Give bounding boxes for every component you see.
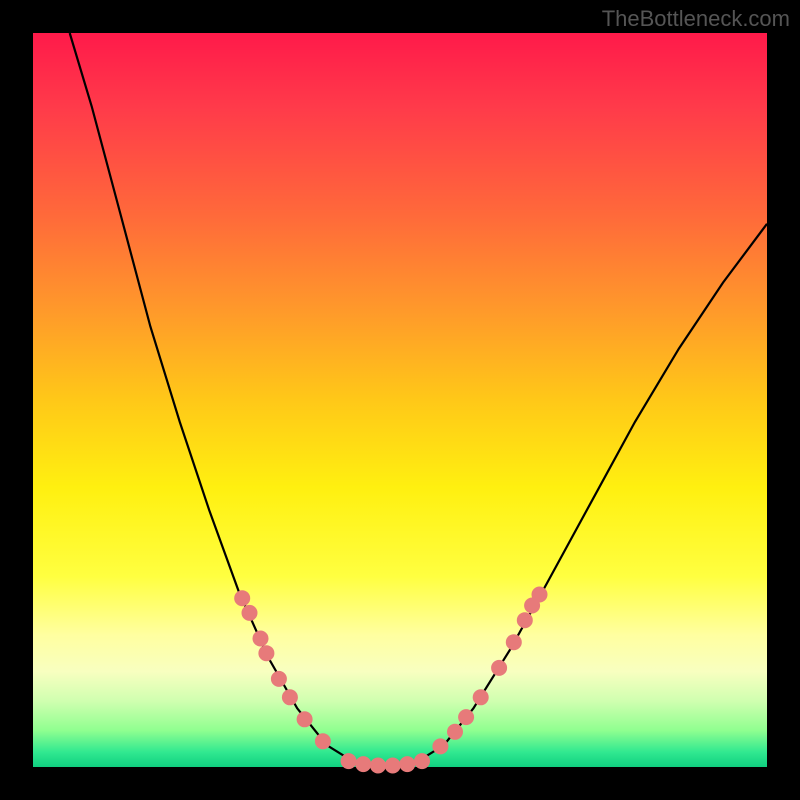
data-dots [234, 587, 547, 774]
data-dot [355, 756, 371, 772]
watermark-text: TheBottleneck.com [602, 6, 790, 32]
data-dot [282, 689, 298, 705]
chart-svg [33, 33, 767, 767]
data-dot [491, 660, 507, 676]
bottleneck-curve [70, 33, 767, 767]
data-dot [432, 738, 448, 754]
plot-area [33, 33, 767, 767]
data-dot [258, 645, 274, 661]
data-dot [315, 733, 331, 749]
data-dot [385, 758, 401, 774]
data-dot [473, 689, 489, 705]
data-dot [370, 758, 386, 774]
data-dot [517, 612, 533, 628]
chart-frame [0, 0, 800, 800]
data-dot [399, 756, 415, 772]
data-dot [532, 587, 548, 603]
data-dot [242, 605, 258, 621]
data-dot [253, 631, 269, 647]
curve-path [70, 33, 767, 767]
data-dot [234, 590, 250, 606]
data-dot [341, 753, 357, 769]
data-dot [297, 711, 313, 727]
data-dot [447, 724, 463, 740]
data-dot [414, 753, 430, 769]
data-dot [271, 671, 287, 687]
data-dot [506, 634, 522, 650]
data-dot [458, 709, 474, 725]
